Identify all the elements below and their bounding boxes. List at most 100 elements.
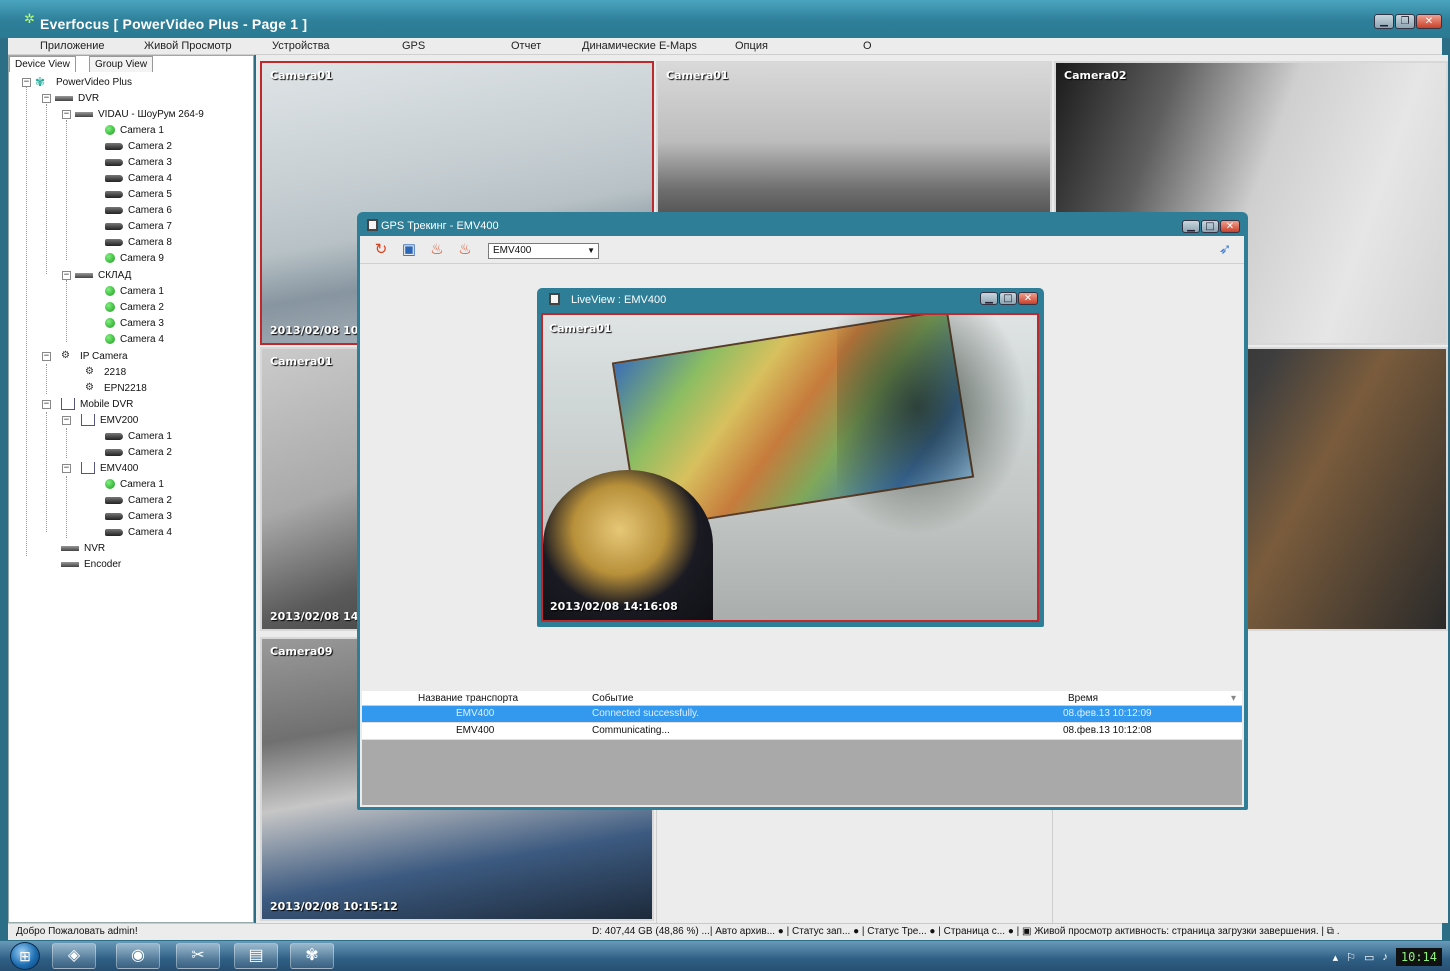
collapse-toggle[interactable]: − [42,352,51,361]
tree-node-camera[interactable]: Camera 3 [105,315,164,331]
collapse-toggle[interactable]: − [62,464,71,473]
start-button[interactable]: ⊞ [10,942,40,970]
maximize-button[interactable]: □ [1201,220,1219,233]
collapse-toggle[interactable]: − [62,416,71,425]
minimize-button[interactable]: ▁ [1182,220,1200,233]
taskbar-app-batman-icon[interactable]: ◈ [52,943,96,969]
table-row[interactable]: EMV400 Connected successfully. 08.фев.13… [362,706,1242,723]
collapse-toggle[interactable]: − [42,400,51,409]
collapse-toggle[interactable]: − [22,78,31,87]
tree-node-ipcam-epn2218[interactable]: ⚙ EPN2218 [85,380,147,396]
volume-icon[interactable]: ♪ [1382,951,1388,963]
camera-icon [105,190,123,198]
camera-online-icon [105,125,115,135]
tree-node-sklad[interactable]: СКЛАД [75,267,131,283]
tree-node-camera[interactable]: Camera 2 [105,138,172,154]
menu-application[interactable]: Приложение [40,40,105,52]
tree-node-nvr[interactable]: NVR [61,540,105,556]
tree-node-emv200[interactable]: EMV200 [81,412,138,428]
menu-devices[interactable]: Устройства [272,40,330,52]
mobile-dvr-icon [81,462,95,474]
tree-node-encoder[interactable]: Encoder [61,556,121,572]
taskbar-app-powervideo-icon[interactable]: ✾ [290,943,334,969]
tree-node-dvr[interactable]: DVR [55,90,99,106]
tree-node-camera[interactable]: Camera 4 [105,524,172,540]
taskbar-app-tools-icon[interactable]: ✂ [176,943,220,969]
minimize-button[interactable]: ▁ [980,292,998,305]
app-logo-icon: ✲ [24,11,35,26]
chevron-down-icon: ▼ [587,246,595,255]
tree-node-camera[interactable]: Camera 2 [105,444,172,460]
tree-node-camera[interactable]: Camera 2 [105,299,164,315]
title-bar: ✲ Everfocus [ PowerVideo Plus - Page 1 ]… [0,0,1450,38]
taskbar-app-green-icon[interactable]: ◉ [116,943,160,969]
tree-node-emv400[interactable]: EMV400 [81,460,138,476]
camera-timestamp: 2013/02/08 10: [270,324,363,337]
tab-group-view[interactable]: Group View [89,56,154,72]
clock[interactable]: 10:14 [1395,948,1442,966]
menu-about[interactable]: О [863,40,872,52]
tray-arrow-icon[interactable]: ▴ [1333,951,1339,964]
menu-gps[interactable]: GPS [402,40,425,52]
menu-emaps[interactable]: Динамические E-Maps [582,40,697,52]
collapse-toggle[interactable]: − [62,110,71,119]
collapse-toggle[interactable]: − [62,271,71,280]
tree-node-camera[interactable]: Camera 3 [105,154,172,170]
camera-icon [105,222,123,230]
menu-options[interactable]: Опция [735,40,768,52]
tree-node-ip-camera[interactable]: ⚙ IP Camera [61,348,128,364]
col-time[interactable]: Время [1068,693,1098,704]
tree-node-camera[interactable]: Camera 1 [105,283,164,299]
minimize-button[interactable]: ▁ [1374,14,1394,29]
liveview-video[interactable] [541,313,1039,622]
tree-node-camera[interactable]: Camera 3 [105,508,172,524]
tree-node-powervideo[interactable]: ✾ PowerVideo Plus [35,74,132,90]
window-icon [549,293,560,305]
tree-node-camera[interactable]: Camera 7 [105,218,172,234]
tree-node-camera[interactable]: Camera 6 [105,202,172,218]
map-icon[interactable]: ➶ [1216,241,1234,259]
tree-node-mobile-dvr[interactable]: Mobile DVR [61,396,133,412]
maximize-button[interactable]: □ [999,292,1017,305]
tree-node-camera[interactable]: Camera 1 [105,122,164,138]
camera-icon [105,432,123,440]
tree-node-camera[interactable]: Camera 4 [105,170,172,186]
tree-node-vidau[interactable]: VIDAU - ШоуРум 264-9 [75,106,204,122]
tree-node-camera[interactable]: Camera 1 [105,428,172,444]
camera-icon [105,158,123,166]
network-icon[interactable]: ⚐ [1346,951,1356,964]
close-button[interactable]: ✕ [1416,14,1442,29]
close-button[interactable]: ✕ [1220,220,1240,233]
tree-node-ipcam-2218[interactable]: ⚙ 2218 [85,364,126,380]
tree-node-camera[interactable]: Camera 1 [105,476,164,492]
menu-bar: Приложение Живой Просмотр Устройства GPS… [8,38,1442,55]
close-button[interactable]: ✕ [1018,292,1038,305]
refresh-icon[interactable]: ↻ [372,241,390,259]
camera-label: Camera01 [549,322,612,335]
menu-live-view[interactable]: Живой Просмотр [144,40,232,52]
tree-node-camera[interactable]: Camera 5 [105,186,172,202]
tree-node-camera[interactable]: Camera 8 [105,234,172,250]
restore-button[interactable]: ❐ [1395,14,1415,29]
monitor-icon[interactable]: ▣ [400,241,418,259]
mobile-dvr-icon [61,398,75,410]
alarm-icon[interactable]: ♨ [428,241,446,259]
camera-timestamp: 2013/02/08 14:16:08 [550,600,678,613]
vehicle-select[interactable]: EMV400 ▼ [488,243,599,259]
taskbar-app-window-icon[interactable]: ▤ [234,943,278,969]
camera-icon [105,496,123,504]
tree-node-camera[interactable]: Camera 9 [105,250,164,266]
tree-node-camera[interactable]: Camera 2 [105,492,172,508]
tab-device-view[interactable]: Device View [9,56,76,72]
table-row[interactable]: EMV400 Communicating... 08.фев.13 10:12:… [362,723,1242,740]
col-vehicle-name[interactable]: Название транспорта [418,693,518,704]
vertical-scrollbar[interactable] [1231,266,1241,678]
tree-node-camera[interactable]: Camera 4 [105,331,164,347]
collapse-toggle[interactable]: − [42,94,51,103]
column-menu-icon[interactable]: ▾ [1231,693,1236,704]
camera-label: Camera01 [666,69,729,82]
alarm-off-icon[interactable]: ♨ [456,241,474,259]
menu-report[interactable]: Отчет [511,40,541,52]
monitor-tray-icon[interactable]: ▭ [1364,951,1374,964]
col-event[interactable]: Событие [592,693,633,704]
